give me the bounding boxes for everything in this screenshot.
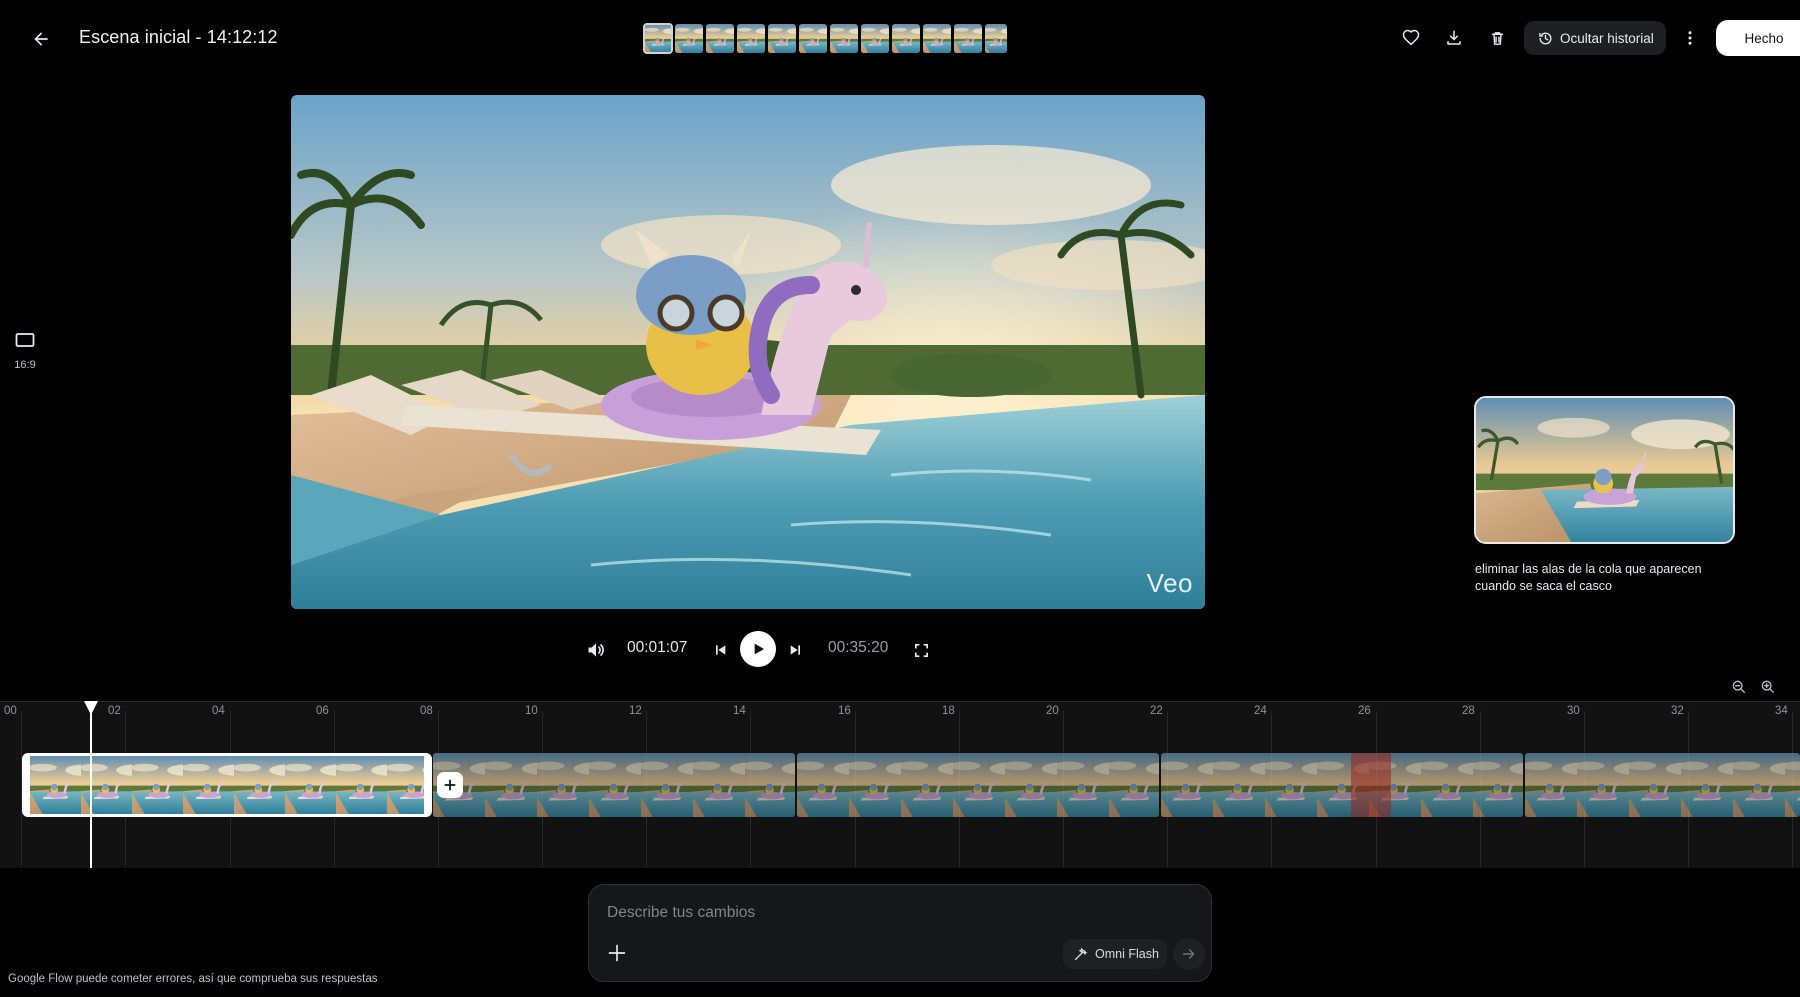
page-title: Escena inicial - 14:12:12 <box>79 27 278 47</box>
tick-label: 26 <box>1358 705 1371 717</box>
timeline-clip[interactable] <box>433 753 795 817</box>
fullscreen-icon <box>914 643 928 657</box>
tick-label: 00 <box>4 705 17 717</box>
model-label: Omni Flash <box>1095 947 1159 961</box>
playhead[interactable] <box>90 701 92 868</box>
history-thumbnail[interactable] <box>954 24 982 53</box>
plus-icon <box>444 779 456 791</box>
hide-history-label: Ocultar historial <box>1560 30 1654 46</box>
zoom-out-icon <box>1732 680 1745 693</box>
tick-label: 32 <box>1671 705 1684 717</box>
tick-label: 20 <box>1046 705 1059 717</box>
history-thumbnail[interactable] <box>768 24 796 53</box>
history-thumbnail[interactable] <box>799 24 827 53</box>
favorite-button[interactable] <box>1395 22 1427 54</box>
history-thumbnail[interactable] <box>706 24 734 53</box>
history-thumbnail[interactable] <box>643 23 673 54</box>
trash-icon <box>1491 31 1503 45</box>
download-icon <box>1447 30 1461 45</box>
history-thumbnail[interactable] <box>830 24 858 53</box>
play-button[interactable] <box>740 631 776 667</box>
skip-next-icon <box>790 645 800 655</box>
aspect-ratio-control[interactable]: 16:9 <box>10 332 40 371</box>
clip-frames <box>1525 753 1800 817</box>
fullscreen-button[interactable] <box>911 640 931 660</box>
tick-label: 02 <box>108 705 121 717</box>
plus-icon <box>608 944 626 962</box>
history-thumbnail[interactable] <box>861 24 889 53</box>
timeline[interactable]: 00 02 04 06 08 10 12 14 16 18 20 22 24 2… <box>0 701 1800 868</box>
history-item-thumbnail[interactable] <box>1474 396 1735 544</box>
play-icon <box>754 643 764 655</box>
timeline-clip[interactable] <box>1525 753 1800 817</box>
top-bar: Escena inicial - 14:12:12 Ocultar histor… <box>0 0 1800 76</box>
skip-previous-button[interactable] <box>710 640 730 660</box>
tick-label: 10 <box>525 705 538 717</box>
history-thumbnail[interactable] <box>985 24 1007 53</box>
history-icon <box>1539 32 1552 44</box>
zoom-in-icon <box>1761 680 1774 693</box>
magic-wand-icon <box>1074 946 1088 960</box>
clip-track <box>0 753 1800 817</box>
history-thumbnail[interactable] <box>892 24 920 53</box>
current-time: 00:01:07 <box>627 639 688 656</box>
heart-icon <box>1402 29 1420 46</box>
add-clip-button[interactable] <box>437 772 463 798</box>
clip-frames <box>433 753 795 817</box>
video-frame <box>291 95 1205 609</box>
more-options-button[interactable] <box>1674 22 1706 54</box>
tick-label: 14 <box>733 705 746 717</box>
timeline-clip[interactable] <box>1161 753 1523 817</box>
volume-icon <box>588 643 604 657</box>
video-preview[interactable]: Veo <box>291 95 1205 609</box>
disclaimer-text: Google Flow puede cometer errores, así q… <box>8 973 378 985</box>
tick-label: 28 <box>1462 705 1475 717</box>
model-selector[interactable]: Omni Flash <box>1063 939 1167 969</box>
tick-label: 08 <box>420 705 433 717</box>
send-button[interactable] <box>1173 938 1205 970</box>
history-thumbnail[interactable] <box>923 24 951 53</box>
prompt-input[interactable] <box>607 901 1167 925</box>
add-attachment-button[interactable] <box>605 941 629 965</box>
aspect-ratio-icon <box>15 333 35 347</box>
timeline-ruler[interactable]: 00 02 04 06 08 10 12 14 16 18 20 22 24 2… <box>0 701 1800 733</box>
tick-label: 22 <box>1150 705 1163 717</box>
playhead-handle[interactable] <box>84 701 98 715</box>
total-time: 00:35:20 <box>828 639 889 656</box>
volume-button[interactable] <box>585 639 607 661</box>
zoom-in-button[interactable] <box>1758 677 1778 697</box>
clip-frames <box>1161 753 1523 817</box>
history-item-prompt: eliminar las alas de la cola que aparece… <box>1475 562 1702 593</box>
tick-label: 12 <box>629 705 642 717</box>
history-thumbnail[interactable] <box>737 24 765 53</box>
download-button[interactable] <box>1438 22 1470 54</box>
tick-label: 34 <box>1775 705 1788 717</box>
history-thumbnail[interactable] <box>675 24 703 53</box>
veo-watermark: Veo <box>1146 568 1193 598</box>
hide-history-button[interactable]: Ocultar historial <box>1524 21 1666 55</box>
done-button[interactable]: Hecho <box>1716 20 1800 56</box>
delete-button[interactable] <box>1481 22 1513 54</box>
tick-label: 24 <box>1254 705 1267 717</box>
tick-label: 06 <box>316 705 329 717</box>
aspect-ratio-label: 16:9 <box>14 359 36 371</box>
history-thumbnail-strip <box>643 23 1007 54</box>
prompt-composer: Omni Flash <box>588 884 1212 982</box>
zoom-out-button[interactable] <box>1729 677 1749 697</box>
timeline-clip-selected[interactable] <box>22 753 432 817</box>
tick-label: 16 <box>838 705 851 717</box>
skip-next-button[interactable] <box>786 640 806 660</box>
skip-previous-icon <box>716 645 726 655</box>
timeline-clip[interactable] <box>797 753 1159 817</box>
arrow-back-icon <box>34 32 48 46</box>
tick-label: 18 <box>942 705 955 717</box>
tick-label: 04 <box>212 705 225 717</box>
back-button[interactable] <box>26 24 56 54</box>
tick-label: 30 <box>1567 705 1580 717</box>
clip-frames <box>797 753 1159 817</box>
more-vert-icon <box>1688 31 1692 45</box>
arrow-forward-icon <box>1182 949 1195 959</box>
